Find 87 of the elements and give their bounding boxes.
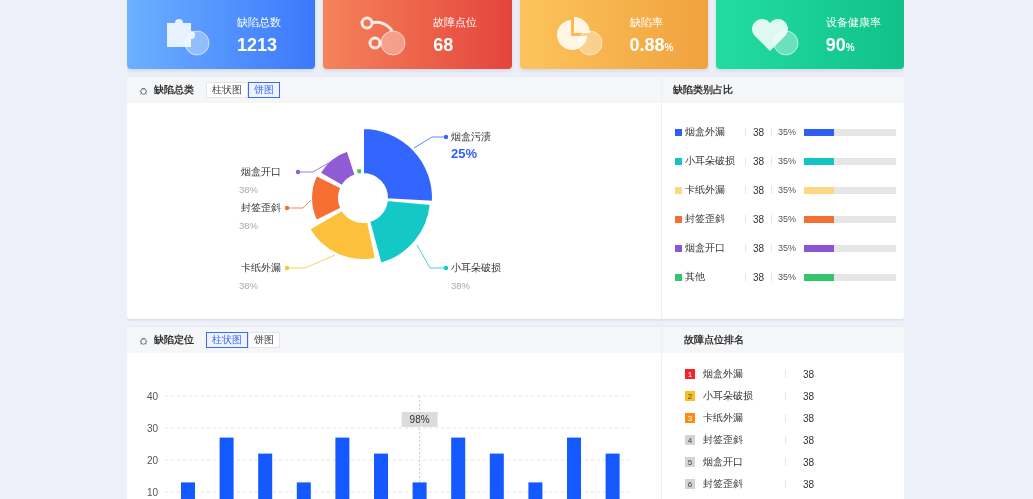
panel-title: 缺陷定位 [154, 333, 194, 347]
stat-title: 故障点位 [433, 15, 478, 30]
rank-badge: 1 [685, 369, 695, 379]
fault-name: 小耳朵破损 [702, 389, 754, 403]
slice-percent: 38% [239, 220, 258, 231]
stat-value: 90% [825, 36, 856, 54]
category-count: 38 [752, 213, 766, 225]
fault-count: 38 [802, 478, 815, 490]
leader-line [416, 244, 449, 271]
stat-value: 1213 [237, 36, 279, 54]
leader-line [295, 161, 331, 175]
category-count: 38 [752, 155, 766, 167]
category-name: 封签歪斜 [684, 212, 726, 226]
category-percent: 35% [777, 214, 797, 224]
annotation: 98% [409, 414, 430, 425]
category-name: 其他 [684, 270, 706, 284]
rank-badge: 3 [685, 413, 695, 423]
chart-bar [258, 453, 273, 499]
leader-line [284, 199, 312, 211]
leader-line [284, 254, 336, 271]
category-percent: 35% [777, 156, 797, 166]
chart-bar [489, 453, 504, 499]
fault-count: 38 [802, 390, 815, 402]
axis-tick-label: 30 [146, 422, 158, 434]
rank-badge: 6 [685, 479, 695, 489]
panel-title: 故障点位排名 [684, 333, 744, 347]
fault-count: 38 [802, 434, 815, 446]
chart-bar [412, 482, 427, 499]
fault-count: 38 [802, 456, 815, 468]
category-name: 卡纸外漏 [684, 183, 726, 197]
category-name: 烟盒外漏 [684, 125, 726, 139]
stat-title: 设备健康率 [825, 15, 881, 30]
rank-badge: 2 [685, 391, 695, 401]
slice-label: 烟盒污渍 [451, 131, 491, 142]
fault-name: 封签歪斜 [702, 477, 744, 491]
rank-badge: 5 [685, 457, 695, 467]
fault-count: 38 [802, 368, 815, 380]
fault-name: 封签歪斜 [702, 433, 744, 447]
slice-percent: 38% [239, 184, 258, 195]
view-tab[interactable]: 饼图 [248, 82, 280, 98]
category-count: 38 [752, 184, 766, 196]
slice-label: 封签歪斜 [241, 202, 281, 213]
category-name: 烟盒开口 [684, 241, 726, 255]
slice-percent: 38% [239, 280, 258, 291]
view-tab[interactable]: 饼图 [248, 332, 280, 348]
view-tab[interactable]: 柱状图 [206, 82, 248, 98]
stat-title: 缺陷率 [629, 15, 664, 30]
rank-badge: 4 [685, 435, 695, 445]
category-percent: 35% [777, 185, 797, 195]
fault-name: 烟盒开口 [702, 455, 744, 469]
fault-count: 38 [802, 412, 815, 424]
fault-name: 卡纸外漏 [702, 411, 744, 425]
chart-bar [219, 437, 234, 499]
category-count: 38 [752, 242, 766, 254]
stat-value: 0.88% [629, 36, 674, 54]
chart-bar [451, 437, 466, 499]
panel-title: 缺陷总类 [154, 83, 194, 97]
slice-percent: 25% [451, 146, 478, 161]
value-tooltip: 98% [401, 412, 438, 427]
category-percent: 35% [777, 272, 797, 282]
chart-bar [335, 437, 350, 499]
axis-tick-label: 40 [146, 390, 158, 402]
chart-bar [374, 453, 388, 499]
category-name: 小耳朵破损 [684, 154, 736, 168]
chart-bar [528, 482, 543, 499]
axis-tick-label: 20 [146, 454, 158, 466]
axis-tick-label: 10 [146, 486, 158, 498]
category-count: 38 [752, 271, 766, 283]
bug-icon [139, 85, 148, 95]
slice-label: 烟盒开口 [241, 166, 281, 177]
stat-value: 68 [433, 36, 455, 54]
panel-title: 缺陷类别占比 [673, 83, 733, 97]
slice-label: 小耳朵破损 [451, 262, 501, 273]
view-tab[interactable]: 柱状图 [206, 332, 248, 348]
slice-percent: 38% [451, 280, 470, 291]
chart-bar [181, 482, 195, 499]
category-percent: 35% [777, 127, 797, 137]
chart-bar [605, 453, 620, 499]
chart-bar [567, 437, 581, 499]
slice-label: 卡纸外漏 [241, 262, 281, 273]
category-percent: 35% [777, 243, 797, 253]
bug-icon [139, 335, 148, 345]
category-count: 38 [752, 126, 766, 138]
leader-line [413, 134, 449, 149]
chart-bar [296, 482, 311, 499]
fault-name: 烟盒外漏 [702, 367, 744, 381]
stat-title: 缺陷总数 [237, 15, 281, 30]
